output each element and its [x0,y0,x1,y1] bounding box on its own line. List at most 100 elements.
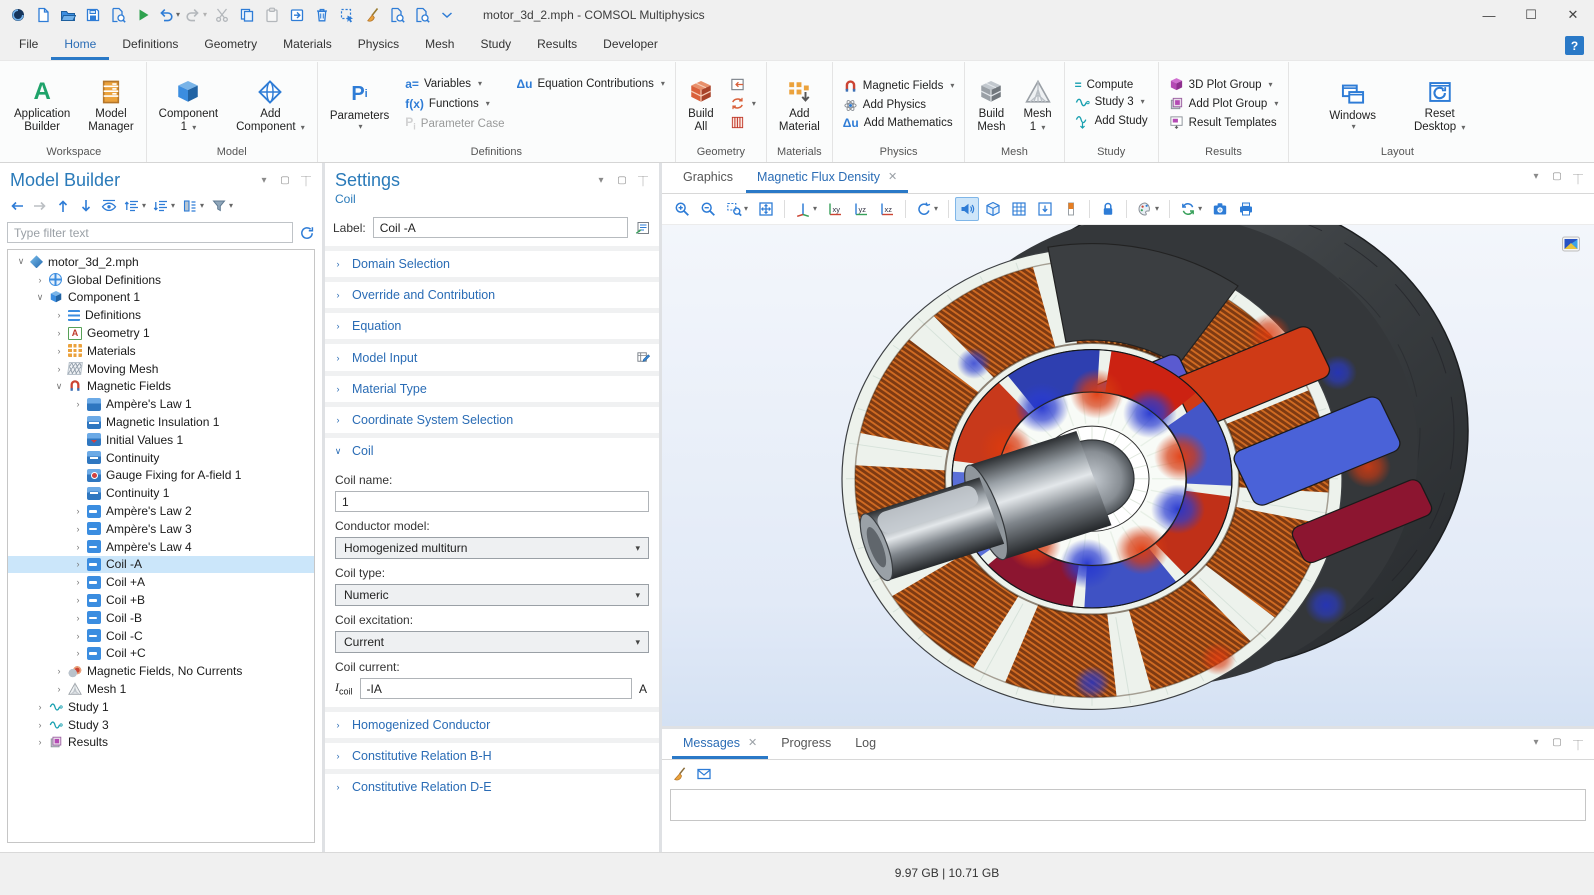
view-xy-button[interactable] [823,197,847,221]
zoom-out-button[interactable] [696,197,720,221]
tree-item-results[interactable]: ›Results [8,734,314,752]
import-geometry-button[interactable] [725,76,761,93]
help-button[interactable]: ? [1565,36,1584,55]
chevron-collapsed-icon[interactable]: › [33,275,47,285]
menu-results[interactable]: Results [524,30,590,60]
collapse-all-button[interactable]: ▾ [121,195,149,217]
chevron-collapsed-icon[interactable]: › [33,737,47,747]
tree-item-motor-3d-2-mph[interactable]: ∨motor_3d_2.mph [8,253,314,271]
add-physics-button[interactable]: Add Physics [838,97,960,114]
chevron-collapsed-icon[interactable]: › [71,524,85,534]
tree-item-magnetic-fields[interactable]: ∨Magnetic Fields [8,378,314,396]
move-up-button[interactable] [52,195,74,217]
section-domain-selection[interactable]: ›Domain Selection [325,251,659,277]
mesh-1-button[interactable]: Mesh 1 ▾ [1016,73,1058,135]
image-snapshot-button[interactable] [1208,197,1232,221]
tree-item-coil-a[interactable]: ›Coil -A [8,556,314,574]
graphics-canvas[interactable] [662,225,1594,726]
zoom-box-button[interactable]: ▾ [722,197,752,221]
3d-plot-group-button[interactable]: 3D Plot Group▾ [1164,76,1284,93]
copy-button[interactable] [235,3,259,27]
section-material-type[interactable]: ›Material Type [325,376,659,402]
filter-button[interactable]: ▾ [208,195,236,217]
tree-item-magnetic-fields-no-currents[interactable]: ›Magnetic Fields, No Currents [8,662,314,680]
chevron-collapsed-icon[interactable]: › [33,720,47,730]
model-tree-node-text-button[interactable]: ▾ [179,195,207,217]
undo-button[interactable]: ▾ [156,3,182,27]
chevron-collapsed-icon[interactable]: › [52,364,66,374]
menu-developer[interactable]: Developer [590,30,671,60]
partition-geometry-button[interactable] [725,114,761,131]
rotate-view-button[interactable]: ▾ [912,197,942,221]
add-study-button[interactable]: Add Study [1070,113,1153,130]
menu-definitions[interactable]: Definitions [109,30,191,60]
menu-materials[interactable]: Materials [270,30,345,60]
open-message-log-button[interactable] [696,766,712,782]
tree-item-global-definitions[interactable]: ›Global Definitions [8,271,314,289]
tree-item-amp-re-s-law-4[interactable]: ›Ampère's Law 4 [8,538,314,556]
tree-item-coil-c[interactable]: ›Coil +C [8,645,314,663]
reset-desktop-button[interactable]: Reset Desktop ▾ [1407,73,1472,135]
parameters-button[interactable]: Pi Parameters ▾ [323,75,396,132]
view-yz-button[interactable] [849,197,873,221]
customize-quick-access-button[interactable] [435,3,459,27]
chevron-expanded-icon[interactable]: ∨ [14,256,28,267]
menu-mesh[interactable]: Mesh [412,30,467,60]
tree-item-moving-mesh[interactable]: ›Moving Mesh [8,360,314,378]
menu-study[interactable]: Study [467,30,524,60]
build-mesh-button[interactable]: Build Mesh [970,73,1012,135]
panel-menu-icon[interactable]: ▾ [595,175,607,186]
close-button[interactable]: ✕ [1552,0,1594,30]
component-button[interactable]: Component 1 ▾ [152,73,225,135]
new-file-button[interactable] [31,3,55,27]
redo-button[interactable]: ▾ [183,3,209,27]
transparency-button[interactable] [981,197,1005,221]
chevron-collapsed-icon[interactable]: › [71,559,85,569]
find-button[interactable] [385,3,409,27]
chevron-collapsed-icon[interactable]: › [52,346,66,356]
tree-item-study-1[interactable]: ›Study 1 [8,698,314,716]
coil-type-select[interactable]: Numeric▾ [335,584,649,606]
chevron-expanded-icon[interactable]: ∨ [52,381,66,392]
conductor-model-select[interactable]: Homogenized multiturn▾ [335,537,649,559]
compute-button[interactable]: =Compute [1070,78,1153,92]
functions-button[interactable]: f(x)Functions▾ [400,94,509,114]
tree-item-definitions[interactable]: ›Definitions [8,306,314,324]
add-plot-group-button[interactable]: Add Plot Group▾ [1164,95,1284,112]
close-icon[interactable]: ✕ [888,170,897,183]
view-lock-button[interactable] [1096,197,1120,221]
messages-tab-progress[interactable]: Progress [770,729,842,759]
pentable-icon[interactable] [636,350,651,365]
chevron-collapsed-icon[interactable]: › [71,595,85,605]
chevron-collapsed-icon[interactable]: › [71,613,85,623]
update-plot-button[interactable]: ▾ [1176,197,1206,221]
float-panel-icon[interactable]: ▢ [616,175,628,186]
motor-3d-visualization[interactable] [662,225,1594,726]
move-down-button[interactable] [75,195,97,217]
menu-file[interactable]: File [6,30,51,60]
chevron-collapsed-icon[interactable]: › [52,666,66,676]
section-override-and-contribution[interactable]: ›Override and Contribution [325,282,659,308]
chevron-collapsed-icon[interactable]: › [52,328,66,338]
tree-item-component-1[interactable]: ∨Component 1 [8,289,314,307]
tree-item-amp-re-s-law-1[interactable]: ›Ampère's Law 1 [8,395,314,413]
model-manager-button[interactable]: Model Manager [81,73,140,135]
chevron-collapsed-icon[interactable]: › [71,577,85,587]
save-preview-button[interactable] [106,3,130,27]
minimize-button[interactable]: — [1468,0,1510,30]
float-panel-icon[interactable]: ▢ [1551,171,1563,186]
section-model-input[interactable]: ›Model Input [325,344,659,371]
duplicate-button[interactable] [285,3,309,27]
chevron-collapsed-icon[interactable]: › [71,631,85,641]
search-button[interactable] [410,3,434,27]
expand-all-button[interactable]: ▾ [150,195,178,217]
tree-item-magnetic-insulation-1[interactable]: Magnetic Insulation 1 [8,413,314,431]
add-component-button[interactable]: Add Component ▾ [229,73,312,135]
label-input[interactable] [373,217,628,238]
tree-item-materials[interactable]: ›Materials [8,342,314,360]
physics-interface-button[interactable]: Magnetic Fields▾ [838,78,960,95]
graphics-tab-graphics[interactable]: Graphics [672,163,744,193]
refresh-icon[interactable] [299,225,315,241]
tree-item-gauge-fixing-for-a-field-1[interactable]: Gauge Fixing for A-field 1 [8,467,314,485]
section-equation[interactable]: ›Equation [325,313,659,339]
